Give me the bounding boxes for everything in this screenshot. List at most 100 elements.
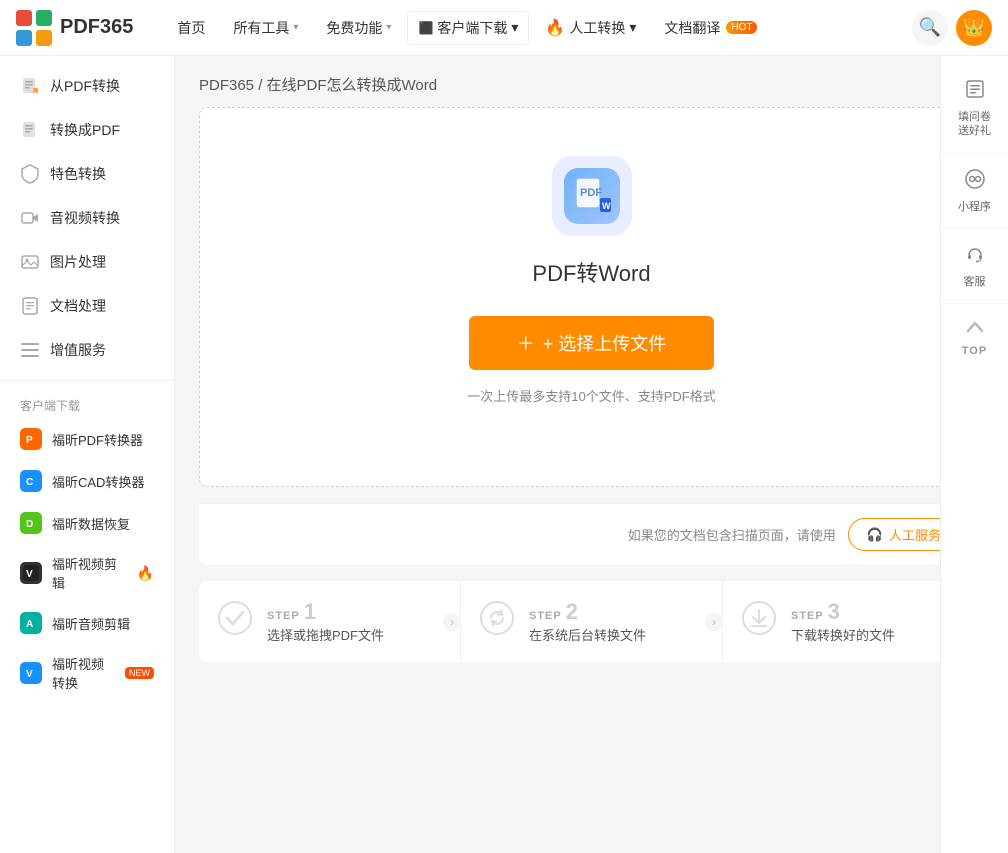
survey-panel-item[interactable]: 填问卷送好礼 <box>941 64 1008 154</box>
sidebar-label: 音视频转换 <box>50 208 120 228</box>
from-pdf-icon <box>20 76 40 96</box>
sidebar-label: 图片处理 <box>50 252 106 272</box>
nav-free[interactable]: 免费功能 ▾ <box>314 12 403 44</box>
sidebar-dl-video-edit[interactable]: V 福昕视频剪辑 🔥 <box>0 544 174 602</box>
sidebar-dl-label: 福昕CAD转换器 <box>52 472 144 491</box>
sidebar-item-doc[interactable]: 文档处理 <box>0 284 174 328</box>
right-panel: 填问卷送好礼 小程序 客服 TOP <box>940 56 1008 853</box>
search-icon: 🔍 <box>919 17 941 38</box>
sidebar-label: 从PDF转换 <box>50 76 120 96</box>
sidebar-item-av[interactable]: 音视频转换 <box>0 196 174 240</box>
sidebar-dl-recovery[interactable]: D 福昕数据恢复 <box>0 502 174 544</box>
tool-title: PDF转Word <box>532 256 650 288</box>
step-2: STEP 2 在系统后台转换文件 › <box>461 581 723 662</box>
main-content: PDF365 / 在线PDF怎么转换成Word PDF W PDF转Word ＋… <box>175 56 1008 853</box>
step-1: STEP 1 选择或拖拽PDF文件 › <box>199 581 461 662</box>
chevron-down-icon: ▾ <box>293 22 298 33</box>
main-layout: 从PDF转换 转换成PDF 特色转换 音视频转换 图片处理 <box>0 56 1008 853</box>
sidebar-section-downloads: 客户端下载 <box>0 389 174 418</box>
crown-icon: 👑 <box>963 17 985 38</box>
chevron-down-icon: ▾ <box>629 19 636 36</box>
nav-tools[interactable]: 所有工具 ▾ <box>221 12 310 44</box>
sidebar: 从PDF转换 转换成PDF 特色转换 音视频转换 图片处理 <box>0 56 175 853</box>
chevron-down-icon: ▾ <box>386 22 391 33</box>
upload-button[interactable]: ＋ + 选择上传文件 <box>469 316 715 370</box>
sidebar-label: 增值服务 <box>50 340 106 360</box>
tool-icon-wrap: PDF W <box>552 156 632 236</box>
sidebar-dl-label: 福昕视频剪辑 <box>52 554 125 592</box>
sidebar-dl-video-convert[interactable]: V 福昕视频转换 NEW <box>0 644 174 702</box>
headset-panel-icon <box>964 243 986 271</box>
sidebar-label: 特色转换 <box>50 164 106 184</box>
audio-edit-icon: A <box>20 612 42 634</box>
topnav: PDF365 首页 所有工具 ▾ 免费功能 ▾ ⬛ 客户端下载 ▾ 🔥 人工转换… <box>0 0 1008 56</box>
new-badge: NEW <box>125 667 154 679</box>
upload-hint: 一次上传最多支持10个文件、支持PDF格式 <box>467 386 715 405</box>
customer-service-panel-item[interactable]: 客服 <box>941 229 1008 304</box>
video-icon <box>20 208 40 228</box>
nav-translate[interactable]: 文档翻译 HOT <box>652 12 769 44</box>
svg-text:C: C <box>26 477 33 488</box>
svg-text:D: D <box>26 519 33 530</box>
data-recovery-icon: D <box>20 512 42 534</box>
shield-icon <box>20 164 40 184</box>
video-edit-icon: V <box>20 562 42 584</box>
nav-manual[interactable]: 🔥 人工转换 ▾ <box>533 12 648 44</box>
sidebar-item-vip[interactable]: 增值服务 <box>0 328 174 372</box>
refresh-icon <box>479 600 515 643</box>
back-to-top-button[interactable]: TOP <box>941 304 1008 371</box>
doc-icon <box>20 296 40 316</box>
sidebar-dl-pdf[interactable]: P 福昕PDF转换器 <box>0 418 174 460</box>
sidebar-item-from-pdf[interactable]: 从PDF转换 <box>0 64 174 108</box>
sidebar-item-special[interactable]: 特色转换 <box>0 152 174 196</box>
manual-hint: 如果您的文档包含扫描页面，请使用 <box>628 525 836 544</box>
breadcrumb: PDF365 / 在线PDF怎么转换成Word <box>175 56 1008 107</box>
steps-bar: STEP 1 选择或拖拽PDF文件 › STEP 2 在系统后台转换文件 <box>199 581 984 662</box>
list-icon <box>20 340 40 360</box>
svg-text:V: V <box>26 569 33 580</box>
step-arrow: › <box>443 613 461 631</box>
headset-icon: 🎧 <box>867 527 883 543</box>
user-avatar[interactable]: 👑 <box>956 10 992 46</box>
hot-badge: 🔥 <box>137 565 154 582</box>
search-button[interactable]: 🔍 <box>912 10 948 46</box>
nav-download[interactable]: ⬛ 客户端下载 ▾ <box>407 11 529 45</box>
svg-text:W: W <box>602 201 611 211</box>
checkmark-icon <box>217 600 253 643</box>
svg-text:V: V <box>26 669 33 680</box>
plus-icon: ＋ <box>517 330 535 356</box>
sidebar-dl-audio-edit[interactable]: A 福昕音频剪辑 <box>0 602 174 644</box>
sidebar-dl-label: 福昕视频转换 <box>52 654 113 692</box>
svg-text:P: P <box>26 435 33 446</box>
download-icon <box>741 600 777 643</box>
survey-icon <box>964 78 986 106</box>
sidebar-divider <box>0 380 174 381</box>
logo-text: PDF365 <box>60 16 133 39</box>
sidebar-dl-cad[interactable]: C 福昕CAD转换器 <box>0 460 174 502</box>
sidebar-item-image[interactable]: 图片处理 <box>0 240 174 284</box>
cad-converter-icon: C <box>20 470 42 492</box>
video-convert-icon: V <box>20 662 42 684</box>
nav-home[interactable]: 首页 <box>165 12 217 44</box>
sidebar-dl-label: 福昕PDF转换器 <box>52 430 143 449</box>
sidebar-dl-label: 福昕音频剪辑 <box>52 614 130 633</box>
sidebar-label: 文档处理 <box>50 296 106 316</box>
miniprogram-icon <box>964 168 986 196</box>
sidebar-dl-label: 福昕数据恢复 <box>52 514 130 533</box>
hot-badge: HOT <box>726 21 757 34</box>
svg-text:A: A <box>26 619 33 630</box>
image-icon <box>20 252 40 272</box>
sidebar-label: 转换成PDF <box>50 120 120 140</box>
manual-service-bar: 如果您的文档包含扫描页面，请使用 🎧 人工服务 <box>199 503 984 565</box>
chevron-up-icon <box>964 318 986 341</box>
customer-service-label: 客服 <box>964 275 986 289</box>
miniprogram-panel-item[interactable]: 小程序 <box>941 154 1008 229</box>
upload-card: PDF W PDF转Word ＋ + 选择上传文件 一次上传最多支持10个文件、… <box>199 107 984 487</box>
logo[interactable]: PDF365 <box>16 10 133 46</box>
pdf-to-word-icon: PDF W <box>564 168 620 224</box>
fire-icon: 🔥 <box>545 18 565 38</box>
sidebar-item-to-pdf[interactable]: 转换成PDF <box>0 108 174 152</box>
nav-items: 首页 所有工具 ▾ 免费功能 ▾ ⬛ 客户端下载 ▾ 🔥 人工转换 ▾ 文档翻译… <box>165 11 912 45</box>
nav-right: 🔍 👑 <box>912 10 992 46</box>
chevron-down-icon: ▾ <box>511 19 518 36</box>
